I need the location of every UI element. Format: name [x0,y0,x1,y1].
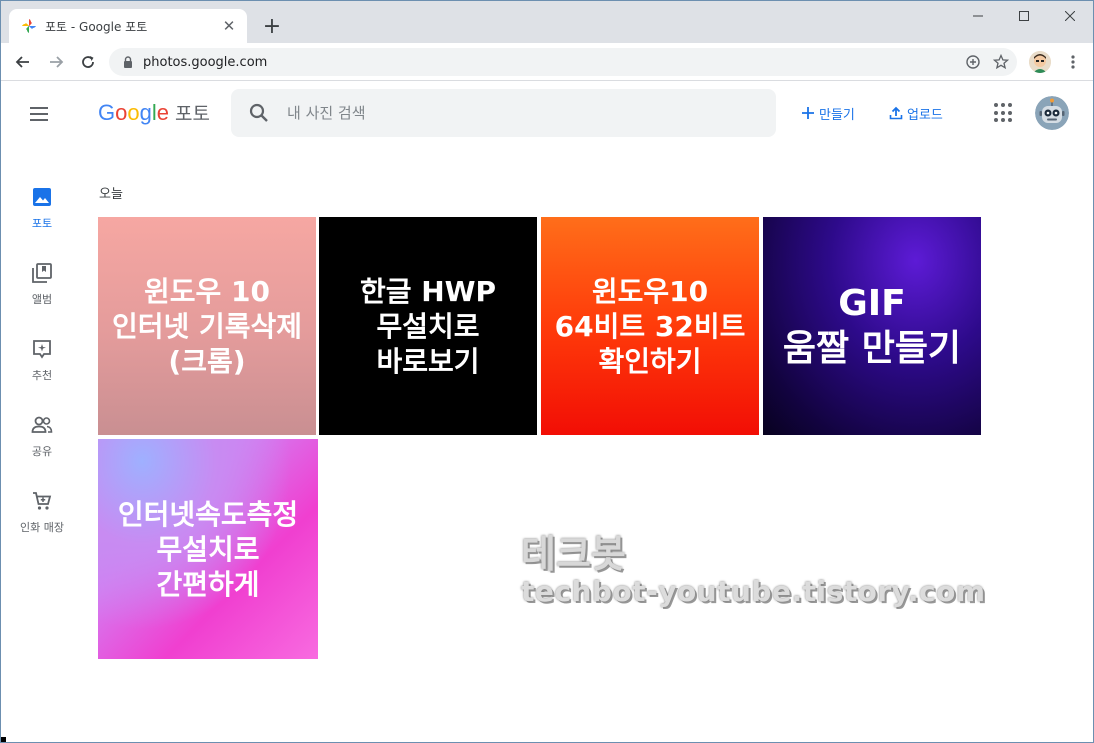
sidebar-item-albums[interactable]: 앨범 [1,261,83,317]
address-bar[interactable]: photos.google.com [109,48,1017,76]
google-photos-logo[interactable]: Google 포토 [98,99,210,126]
photo-caption: 인터넷속도측정 무설치로 간편하게 [117,497,299,601]
new-tab-button[interactable]: + [259,13,285,39]
photo-thumbnail[interactable]: 한글 HWP 무설치로 바로보기 [319,217,537,435]
photo-thumbnail[interactable]: 윈도우10 64비트 32비트 확인하기 [541,217,759,435]
main-menu-icon[interactable] [27,102,51,126]
photo-caption: 윈도우10 64비트 32비트 확인하기 [554,274,746,378]
sidebar-item-suggestions[interactable]: 추천 [1,337,83,393]
tab-title: 포토 - Google 포토 [45,19,148,34]
tab-strip: 포토 - Google 포토 ✕ + [1,1,1093,43]
reload-icon [82,56,94,68]
logo-letter: o [127,100,140,125]
people-icon [30,413,54,437]
google-apps-icon[interactable] [994,103,1014,123]
chrome-menu-icon[interactable] [1063,51,1083,73]
create-button[interactable]: 만들기 [801,102,855,124]
photo-thumbnail[interactable]: GIF 움짤 만들기 [763,217,981,435]
arrow-left-icon [15,56,29,68]
create-label: 만들기 [819,107,855,123]
upload-icon [889,106,903,120]
logo-letter: o [115,100,128,125]
photo-caption: 윈도우 10 인터넷 기록삭제 (크롬) [111,274,303,378]
logo-letter: G [98,100,116,125]
app-header: Google 포토 만들기 업로드 [1,82,1093,144]
suggest-icon [30,337,54,361]
lock-icon [121,55,135,69]
window-maximize-button[interactable] [1001,1,1047,31]
sidebar-item-label: 앨범 [31,293,53,306]
logo-letter: e [156,100,170,125]
photo-thumbnail[interactable]: 윈도우 10 인터넷 기록삭제 (크롬) [98,217,316,435]
photo-icon [30,185,54,209]
robot-avatar-icon [1035,96,1069,130]
sidebar-item-label: 인화 매장 [20,521,64,534]
tab-close-icon[interactable]: ✕ [221,17,237,35]
plus-icon [801,106,815,120]
date-section-heading: 오늘 [99,187,123,202]
window-minimize-button[interactable] [955,1,1001,31]
photo-thumbnail[interactable]: 인터넷속도측정 무설치로 간편하게 [98,439,318,659]
browser-profile-avatar[interactable] [1029,51,1051,73]
upload-button[interactable]: 업로드 [889,102,943,124]
install-app-icon[interactable] [961,50,985,74]
bookmark-star-icon[interactable] [989,50,1013,74]
sidebar-item-print-store[interactable]: 인화 매장 [1,489,83,545]
product-name: 포토 [175,103,210,125]
search-input[interactable] [287,104,727,122]
url-text[interactable]: photos.google.com [143,55,961,70]
arrow-right-icon [50,56,64,68]
watermark-url: techbot-youtube.tistory.com [521,575,986,608]
tab-google-photos[interactable]: 포토 - Google 포토 ✕ [9,9,247,43]
album-icon [30,261,54,285]
watermark-title: 테크봇 [521,532,626,576]
browser-toolbar: photos.google.com [1,43,1093,81]
upload-label: 업로드 [907,107,943,123]
sidebar-item-label: 공유 [31,445,53,458]
sidebar-item-sharing[interactable]: 공유 [1,413,83,469]
sidebar-item-label: 포토 [31,217,53,230]
window-corner [1,737,6,742]
search-bar[interactable] [231,89,776,137]
sidebar-item-label: 추천 [31,369,53,382]
reload-button[interactable] [76,50,100,74]
account-avatar[interactable] [1035,96,1069,130]
logo-letter: g [139,100,152,125]
search-icon[interactable] [247,101,271,125]
browser-window: 포토 - Google 포토 ✕ + photos.google.com G o… [0,0,1094,743]
forward-button[interactable] [44,50,68,74]
cart-icon [30,489,54,513]
sidebar-item-photos[interactable]: 포토 [1,185,83,241]
window-close-button[interactable] [1047,1,1093,31]
photo-caption: GIF 움짤 만들기 [782,283,962,369]
google-photos-favicon-icon [21,18,37,34]
photo-caption: 한글 HWP 무설치로 바로보기 [359,274,497,378]
back-button[interactable] [11,50,35,74]
